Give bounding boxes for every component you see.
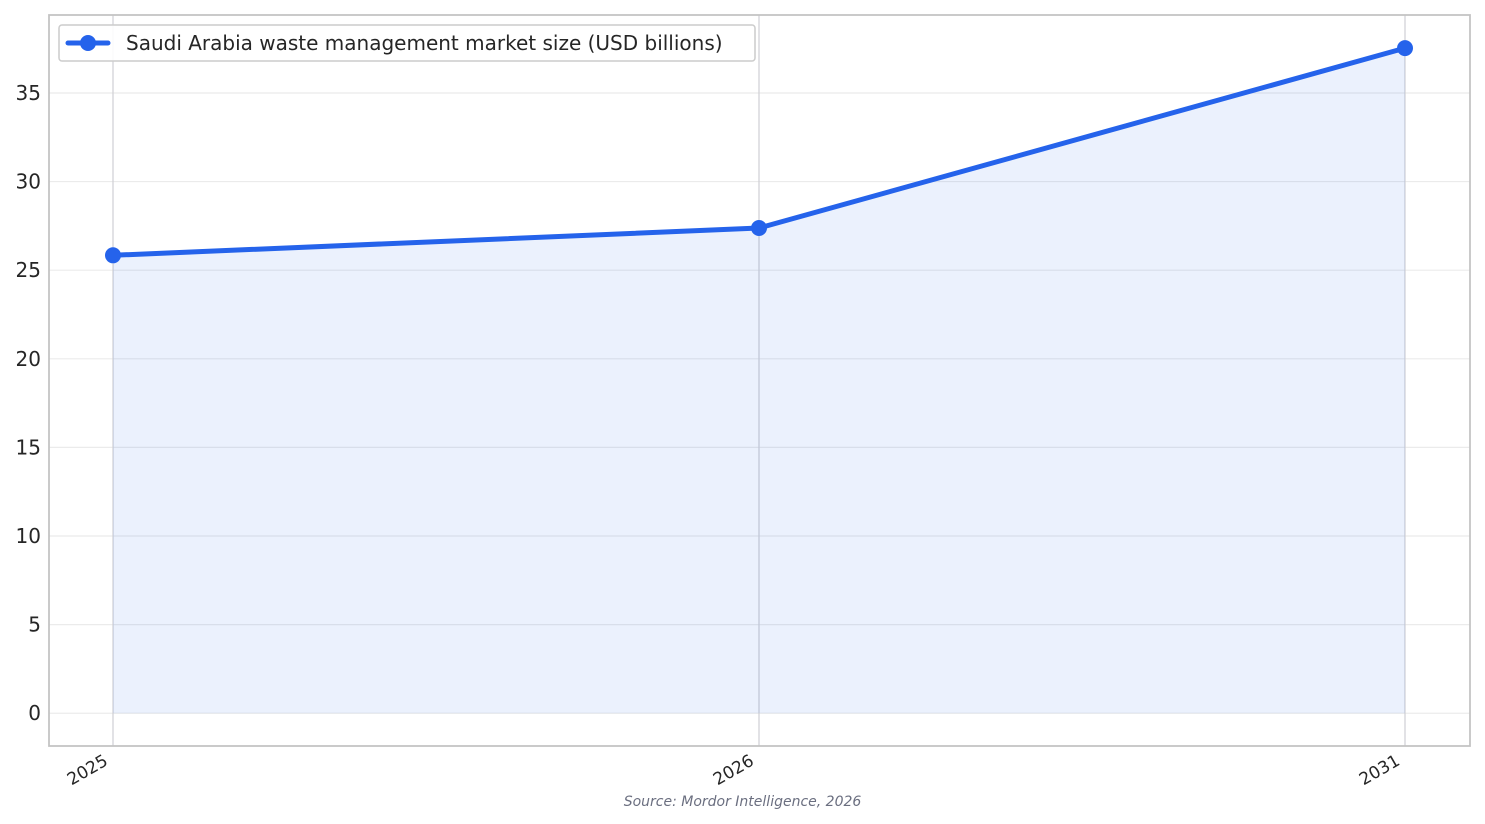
legend: Saudi Arabia waste management market siz…	[58, 24, 756, 62]
y-tick-label: 10	[16, 524, 41, 548]
y-tick-label: 5	[28, 613, 41, 637]
chart: 05101520253035 2025 2026 2031 Saudi Arabia…	[16, 14, 1471, 810]
source-note: Source: Mordor Intelligence, 2026	[624, 794, 862, 810]
x-tick-label: 2031	[1356, 751, 1403, 790]
y-axis-ticks: 0 5 10 15 20 25 30 35	[16, 81, 41, 725]
legend-marker-swatch	[80, 35, 96, 51]
legend-label: Saudi Arabia waste management market siz…	[126, 31, 723, 55]
data-point	[751, 220, 767, 237]
y-tick-label: 30	[16, 170, 41, 194]
data-point	[105, 247, 121, 264]
y-tick-label: 35	[16, 81, 41, 105]
data-point	[1397, 40, 1413, 57]
x-axis-ticks: 2025 2026 2031	[64, 751, 1403, 790]
y-tick-label: 20	[16, 347, 41, 371]
y-tick-label: 25	[16, 258, 41, 282]
x-tick-label: 2026	[710, 751, 757, 790]
y-tick-label: 0	[28, 701, 41, 725]
y-tick-label: 15	[16, 435, 41, 459]
x-tick-label: 2025	[64, 751, 111, 790]
